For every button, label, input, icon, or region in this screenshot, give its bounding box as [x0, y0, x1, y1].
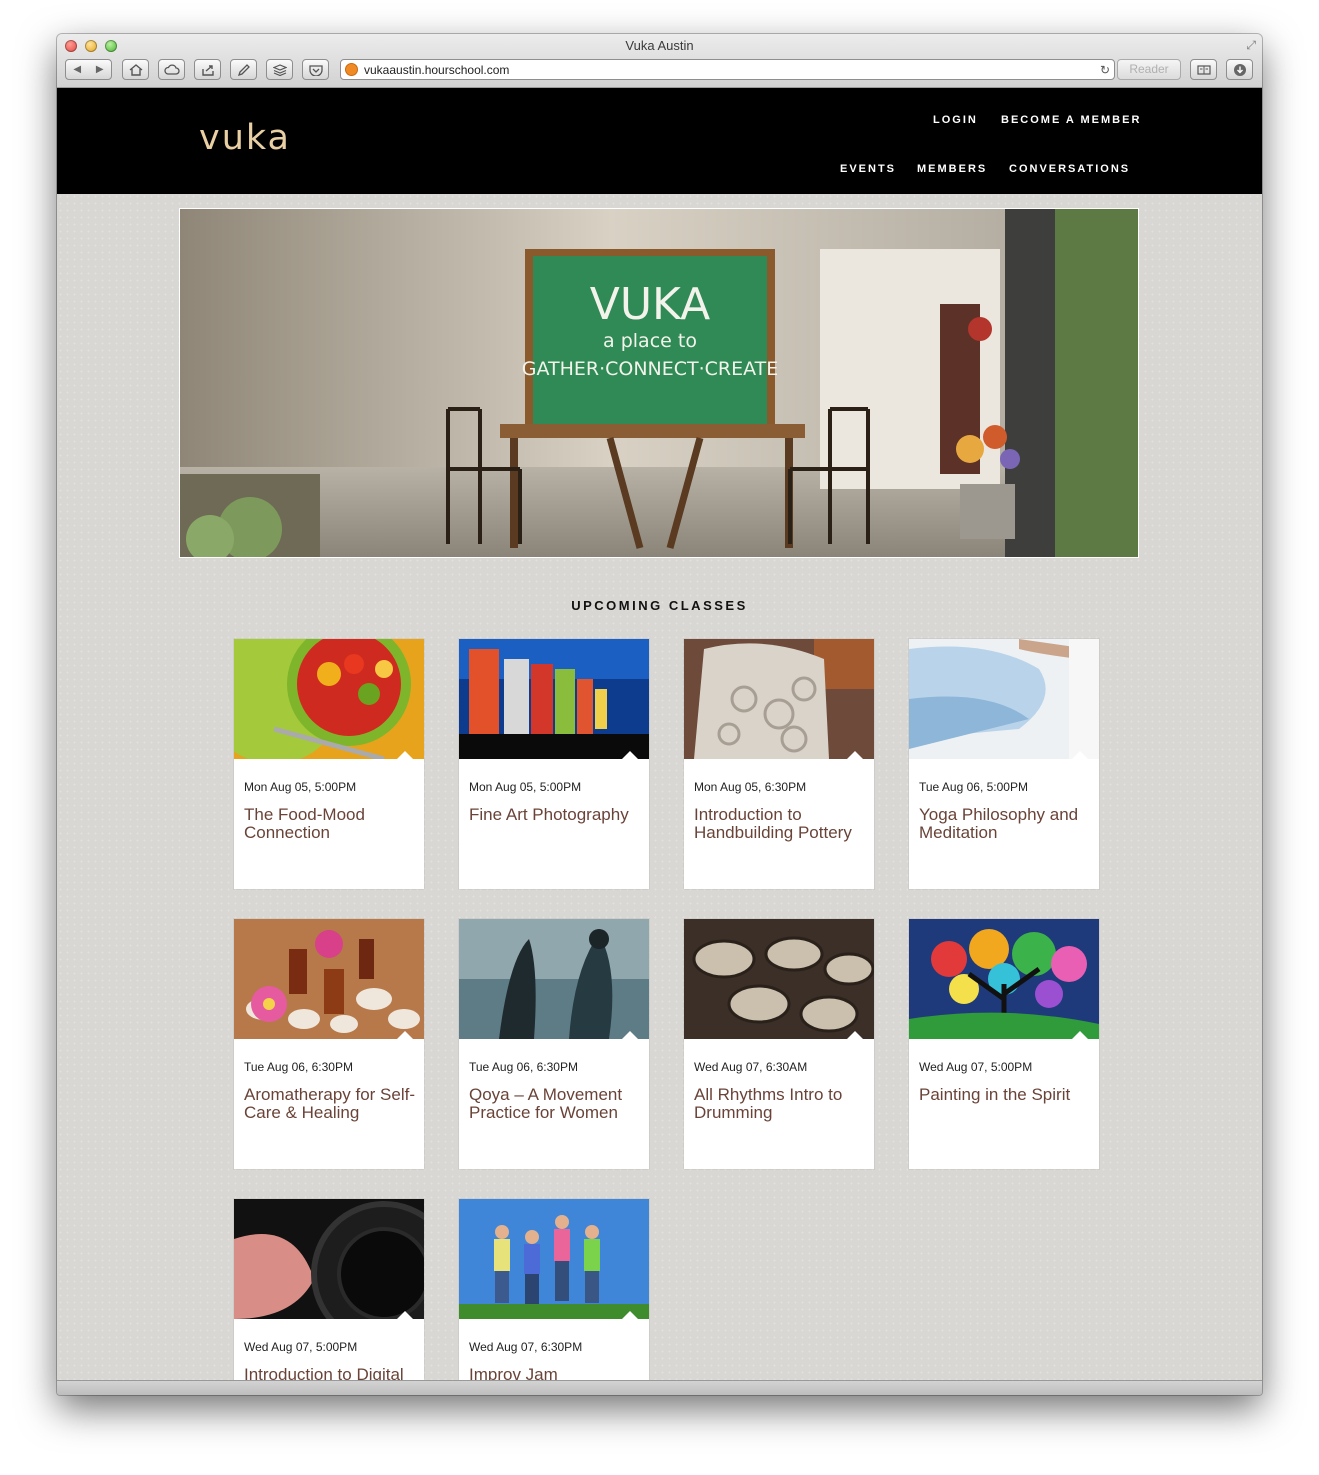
class-card[interactable]: Wed Aug 07, 6:30PM Improv Jam [459, 1199, 649, 1380]
hero-photo: VUKA a place to GATHER·CONNECT·CREATE [180, 209, 1138, 557]
site-header: vuka LOGIN BECOME A MEMBER EVENTS MEMBER… [57, 88, 1262, 194]
nav-members[interactable]: MEMBERS [917, 163, 987, 175]
card-notch [846, 751, 864, 759]
forward-arrow-icon[interactable]: ▶ [96, 64, 104, 75]
site-favicon-icon [345, 63, 358, 76]
class-card[interactable]: Wed Aug 07, 6:30AM All Rhythms Intro to D… [684, 919, 874, 1169]
class-title[interactable]: The Food-Mood Connection [244, 806, 422, 842]
annotate-button[interactable] [230, 59, 257, 80]
class-card[interactable]: Wed Aug 07, 5:00PM Introduction to Digita… [234, 1199, 424, 1380]
browser-window: Vuka Austin ⤢ ◀ ▶ vukaaustin.hourschool.… [57, 34, 1262, 1395]
cloud-icon [163, 64, 180, 75]
back-forward-buttons[interactable]: ◀ ▶ [65, 59, 112, 80]
download-icon [1233, 63, 1246, 76]
class-title[interactable]: Aromatherapy for Self-Care & Healing [244, 1086, 422, 1122]
class-date: Mon Aug 05, 5:00PM [244, 780, 357, 794]
class-title[interactable]: Yoga Philosophy and Meditation [919, 806, 1097, 842]
nav-events[interactable]: EVENTS [840, 163, 896, 175]
jumping-friends-photo[interactable] [459, 1199, 649, 1319]
class-title[interactable]: Introduction to Digital [244, 1366, 422, 1381]
nav-become-member[interactable]: BECOME A MEMBER [1001, 114, 1141, 126]
layers-icon [272, 63, 287, 76]
class-card[interactable]: Tue Aug 06, 6:30PM Aromatherapy for Self-… [234, 919, 424, 1169]
dancing-women-photo[interactable] [459, 919, 649, 1039]
share-icon [201, 64, 214, 76]
drums-photo[interactable] [684, 919, 874, 1039]
pocket-icon [308, 64, 323, 76]
icloud-tabs-button[interactable] [158, 59, 185, 80]
class-card[interactable]: Tue Aug 06, 5:00PM Yoga Philosophy and Me… [909, 639, 1099, 889]
class-date: Wed Aug 07, 5:00PM [919, 1060, 1033, 1074]
card-notch [396, 751, 414, 759]
downloads-button[interactable] [1226, 59, 1253, 80]
card-notch [1071, 751, 1089, 759]
clay-pottery-photo[interactable] [684, 639, 874, 759]
card-notch [396, 1311, 414, 1319]
url-text[interactable]: vukaaustin.hourschool.com [364, 63, 1096, 77]
class-date: Tue Aug 06, 6:30PM [469, 1060, 578, 1074]
card-notch [396, 1031, 414, 1039]
class-title[interactable]: Introduction to Handbuilding Pottery [694, 806, 872, 842]
status-bar [57, 1380, 1262, 1395]
chalk-line-3: GATHER·CONNECT·CREATE [522, 358, 779, 380]
yoga-pose-photo[interactable] [909, 639, 1099, 759]
card-notch [1071, 1031, 1089, 1039]
class-date: Tue Aug 06, 6:30PM [244, 1060, 353, 1074]
essential-oils-photo[interactable] [234, 919, 424, 1039]
painted-tree-photo[interactable] [909, 919, 1099, 1039]
chalk-line-2: a place to [603, 330, 697, 352]
class-date: Mon Aug 05, 6:30PM [694, 780, 807, 794]
class-date: Mon Aug 05, 5:00PM [469, 780, 582, 794]
fullscreen-icon[interactable]: ⤢ [1246, 38, 1256, 53]
class-date: Wed Aug 07, 6:30AM [694, 1060, 808, 1074]
class-title[interactable]: Qoya – A Movement Practice for Women [469, 1086, 647, 1122]
reading-list-button[interactable] [1190, 59, 1217, 80]
reload-icon[interactable]: ↻ [1096, 63, 1114, 77]
vuka-logo[interactable]: vuka [199, 118, 291, 158]
camera-lens-photo[interactable] [234, 1199, 424, 1319]
class-card[interactable]: Mon Aug 05, 6:30PM Introduction to Handbu… [684, 639, 874, 889]
fruit-salad-photo[interactable] [234, 639, 424, 759]
class-title[interactable]: Fine Art Photography [469, 806, 647, 824]
colorful-reflections-photo[interactable] [459, 639, 649, 759]
reading-list-icon [1196, 64, 1211, 75]
web-page: vuka LOGIN BECOME A MEMBER EVENTS MEMBER… [57, 88, 1262, 1380]
layers-button[interactable] [266, 59, 293, 80]
window-title: Vuka Austin [625, 38, 694, 53]
class-card[interactable]: Wed Aug 07, 5:00PM Painting in the Spirit [909, 919, 1099, 1169]
back-arrow-icon[interactable]: ◀ [73, 64, 81, 75]
browser-toolbar: Vuka Austin ⤢ ◀ ▶ vukaaustin.hourschool.… [57, 34, 1262, 88]
hero-banner: VUKA a place to GATHER·CONNECT·CREATE [179, 208, 1139, 558]
card-notch [621, 751, 639, 759]
share-button[interactable] [194, 59, 221, 80]
class-date: Tue Aug 06, 5:00PM [919, 780, 1028, 794]
pen-icon [237, 63, 250, 76]
reader-button[interactable]: Reader [1117, 59, 1181, 80]
nav-login[interactable]: LOGIN [933, 114, 978, 126]
class-date: Wed Aug 07, 5:00PM [244, 1340, 358, 1354]
chalk-title: VUKA [590, 279, 710, 330]
card-notch [621, 1311, 639, 1319]
class-title[interactable]: All Rhythms Intro to Drumming [694, 1086, 872, 1122]
home-button[interactable] [122, 59, 149, 80]
class-card[interactable]: Mon Aug 05, 5:00PM Fine Art Photography [459, 639, 649, 889]
class-title[interactable]: Painting in the Spirit [919, 1086, 1097, 1104]
card-notch [621, 1031, 639, 1039]
pocket-button[interactable] [302, 59, 329, 80]
class-card[interactable]: Tue Aug 06, 6:30PM Qoya – A Movement Prac… [459, 919, 649, 1169]
card-notch [846, 1031, 864, 1039]
class-card[interactable]: Mon Aug 05, 5:00PM The Food-Mood Connecti… [234, 639, 424, 889]
class-date: Wed Aug 07, 6:30PM [469, 1340, 583, 1354]
nav-conversations[interactable]: CONVERSATIONS [1009, 163, 1130, 175]
address-bar[interactable]: vukaaustin.hourschool.com ↻ [340, 59, 1115, 80]
class-title[interactable]: Improv Jam [469, 1366, 647, 1381]
home-icon [129, 63, 142, 76]
upcoming-classes-heading: UPCOMING CLASSES [571, 598, 748, 613]
